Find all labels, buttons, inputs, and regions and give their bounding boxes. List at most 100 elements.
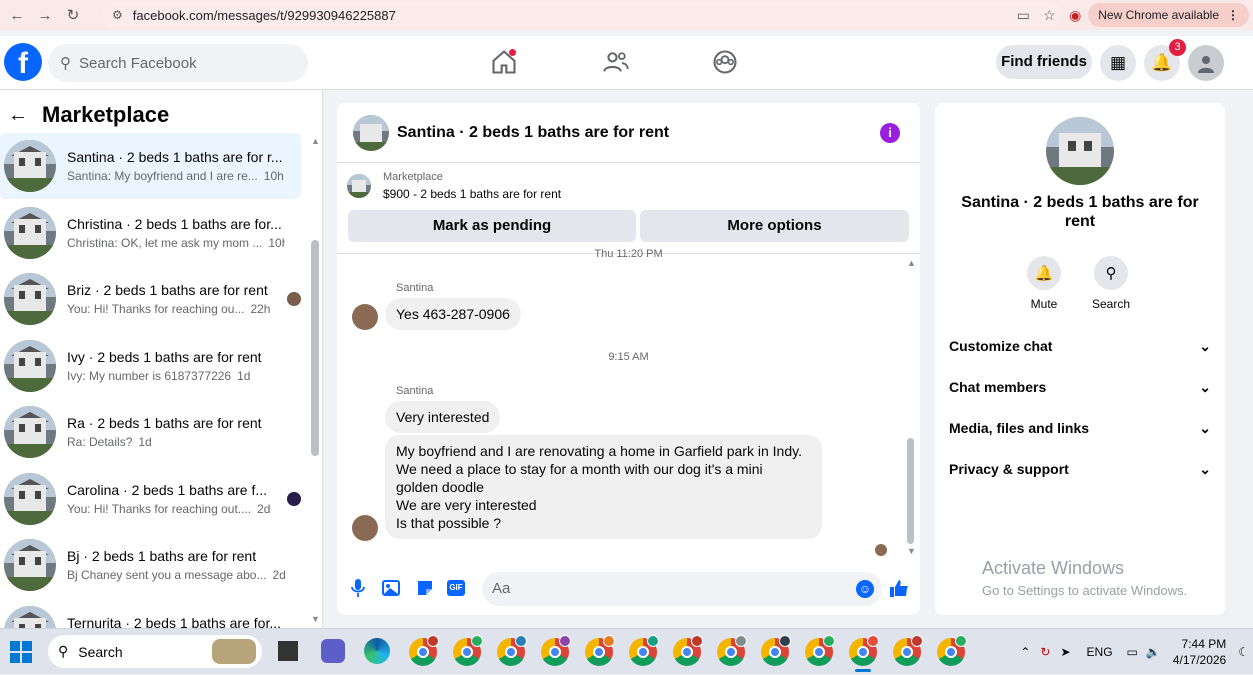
more-options-button[interactable]: More options bbox=[640, 210, 909, 242]
microphone-icon[interactable] bbox=[347, 578, 369, 600]
volume-icon[interactable]: 🔉 bbox=[1146, 645, 1161, 659]
message-bubble[interactable]: Very interested bbox=[385, 401, 501, 433]
new-chrome-button[interactable]: New Chrome available ⋮ bbox=[1088, 3, 1249, 27]
bookmark-star-icon[interactable]: ☆ bbox=[1036, 7, 1062, 24]
conversation-item[interactable]: Santina · 2 beds 1 baths are for r... San… bbox=[0, 133, 301, 199]
message-line: We are very interested bbox=[396, 497, 537, 513]
chevron-down-icon: ⌄ bbox=[1199, 420, 1211, 436]
chrome-window-icon[interactable] bbox=[805, 635, 835, 666]
chrome-window-icon[interactable] bbox=[409, 635, 439, 666]
address-bar[interactable]: ⚙ facebook.com/messages/t/92993094622588… bbox=[102, 2, 1062, 28]
conversation-title: Christina · 2 beds 1 baths are for... bbox=[67, 215, 282, 232]
info-icon[interactable]: i bbox=[880, 123, 900, 143]
teams-icon[interactable] bbox=[321, 639, 345, 663]
privacy-support-row[interactable]: Privacy & support ⌄ bbox=[949, 461, 1211, 478]
preview-time: 1d bbox=[138, 435, 152, 449]
chrome-window-icon[interactable] bbox=[849, 635, 879, 666]
home-icon[interactable] bbox=[490, 48, 520, 78]
sticker-icon[interactable] bbox=[414, 578, 436, 600]
chrome-window-icon[interactable] bbox=[673, 635, 703, 666]
sync-icon[interactable]: ↻ bbox=[1040, 645, 1050, 659]
chrome-window-icon[interactable] bbox=[453, 635, 483, 666]
edge-icon[interactable] bbox=[364, 638, 390, 664]
photo-icon[interactable] bbox=[380, 578, 402, 600]
profile-badge bbox=[691, 635, 703, 647]
listing-price: $900 - 2 beds 1 baths are for rent bbox=[383, 187, 562, 201]
chevron-up-icon[interactable]: ⌃ bbox=[1020, 645, 1030, 659]
reload-icon[interactable]: ↻ bbox=[62, 6, 84, 24]
sender-avatar[interactable] bbox=[352, 304, 378, 330]
message-bubble[interactable]: Yes 463-287-0906 bbox=[385, 298, 521, 330]
clock[interactable]: 7:44 PM 4/17/2026 bbox=[1173, 636, 1226, 668]
site-info-icon[interactable]: ⚙ bbox=[112, 8, 123, 22]
profile-badge bbox=[515, 635, 527, 647]
preview-text: Santina: My boyfriend and I are re... bbox=[67, 169, 258, 183]
message-input[interactable]: Aa ☺ bbox=[482, 572, 882, 606]
chat-header: Santina · 2 beds 1 baths are for rent i bbox=[337, 103, 920, 163]
message-bubble-long[interactable]: My boyfriend and I are renovating a home… bbox=[385, 435, 822, 539]
facebook-logo-icon[interactable]: f bbox=[4, 43, 42, 81]
back-arrow-icon[interactable]: ← bbox=[8, 104, 28, 127]
info-avatar[interactable] bbox=[1046, 117, 1114, 185]
listing-summary[interactable]: Marketplace $900 - 2 beds 1 baths are fo… bbox=[347, 171, 561, 201]
chrome-window-icon[interactable] bbox=[629, 635, 659, 666]
preview-time: 10h bbox=[268, 235, 285, 250]
search-button[interactable]: ⚲ Search bbox=[1081, 256, 1141, 311]
thumbs-up-icon[interactable] bbox=[888, 578, 910, 600]
chrome-window-icon[interactable] bbox=[937, 635, 967, 666]
conversation-item[interactable]: Ra · 2 beds 1 baths are for rent Ra: Deta… bbox=[0, 399, 301, 465]
profile-badge bbox=[471, 635, 483, 647]
scroll-down-icon[interactable]: ▼ bbox=[311, 614, 320, 624]
conversation-item[interactable]: Bj · 2 beds 1 baths are for rent Bj Chane… bbox=[0, 532, 301, 598]
listing-label: Marketplace bbox=[383, 171, 443, 183]
chat-scrollbar[interactable] bbox=[907, 438, 914, 544]
activate-title: Activate Windows bbox=[982, 558, 1125, 578]
scroll-up-icon[interactable]: ▲ bbox=[311, 136, 320, 146]
profile-icon[interactable]: ◉ bbox=[1062, 7, 1088, 24]
marketplace-sidebar: ← Marketplace Santina · 2 beds 1 baths a… bbox=[0, 90, 323, 628]
chat-members-row[interactable]: Chat members ⌄ bbox=[949, 379, 1211, 396]
conversation-item[interactable]: Christina · 2 beds 1 baths are for... Chr… bbox=[0, 200, 301, 266]
taskbar-search[interactable]: ⚲ Search bbox=[48, 635, 262, 668]
conversation-item[interactable]: Ivy · 2 beds 1 baths are for rent Ivy: My… bbox=[0, 333, 301, 399]
chrome-window-icon[interactable] bbox=[761, 635, 791, 666]
gif-icon[interactable]: GIF bbox=[447, 578, 469, 600]
menu-grid-icon[interactable]: ▦ bbox=[1100, 45, 1136, 81]
conversation-item[interactable]: Ternurita · 2 beds 1 baths are for... bbox=[0, 599, 301, 628]
facebook-search-input[interactable]: ⚲ Search Facebook bbox=[48, 44, 308, 82]
mute-button[interactable]: 🔔 Mute bbox=[1014, 256, 1074, 311]
sender-avatar[interactable] bbox=[352, 515, 378, 541]
conversation-avatar bbox=[4, 140, 56, 192]
language-indicator[interactable]: ENG bbox=[1087, 645, 1113, 659]
install-app-icon[interactable]: ▭ bbox=[1010, 7, 1036, 24]
conversation-preview: Ra: Details? 1d bbox=[67, 435, 285, 449]
back-icon[interactable]: ← bbox=[6, 7, 28, 24]
night-mode-icon[interactable]: ☾ bbox=[1238, 645, 1249, 659]
conversation-preview: Christina: OK, let me ask my mom ... 10h bbox=[67, 236, 285, 250]
chrome-window-icon[interactable] bbox=[585, 635, 615, 666]
chrome-window-icon[interactable] bbox=[717, 635, 747, 666]
chrome-window-icon[interactable] bbox=[541, 635, 571, 666]
media-files-row[interactable]: Media, files and links ⌄ bbox=[949, 420, 1211, 437]
chrome-window-icon[interactable] bbox=[893, 635, 923, 666]
emoji-icon[interactable]: ☺ bbox=[856, 580, 874, 598]
listing-thumbnail bbox=[347, 174, 371, 198]
forward-icon[interactable]: → bbox=[34, 7, 56, 24]
chat-avatar[interactable] bbox=[353, 114, 389, 151]
find-friends-button[interactable]: Find friends bbox=[996, 45, 1092, 79]
account-avatar[interactable] bbox=[1188, 45, 1224, 81]
task-view-icon[interactable] bbox=[278, 641, 298, 661]
sidebar-scrollbar[interactable] bbox=[311, 240, 319, 456]
location-icon[interactable]: ➤ bbox=[1060, 645, 1070, 659]
network-icon[interactable]: ▭ bbox=[1127, 645, 1138, 659]
chrome-window-icon[interactable] bbox=[497, 635, 527, 666]
windows-start-icon[interactable] bbox=[10, 641, 32, 663]
customize-chat-row[interactable]: Customize chat ⌄ bbox=[949, 338, 1211, 355]
mark-pending-button[interactable]: Mark as pending bbox=[348, 210, 636, 242]
scroll-down-icon[interactable]: ▼ bbox=[907, 546, 916, 556]
conversation-item[interactable]: Briz · 2 beds 1 baths are for rent You: H… bbox=[0, 266, 301, 332]
conversation-item[interactable]: Carolina · 2 beds 1 baths are f... You: H… bbox=[0, 466, 301, 532]
groups-icon[interactable] bbox=[711, 48, 741, 78]
scroll-up-icon[interactable]: ▲ bbox=[907, 258, 916, 268]
friends-icon[interactable] bbox=[602, 48, 632, 78]
